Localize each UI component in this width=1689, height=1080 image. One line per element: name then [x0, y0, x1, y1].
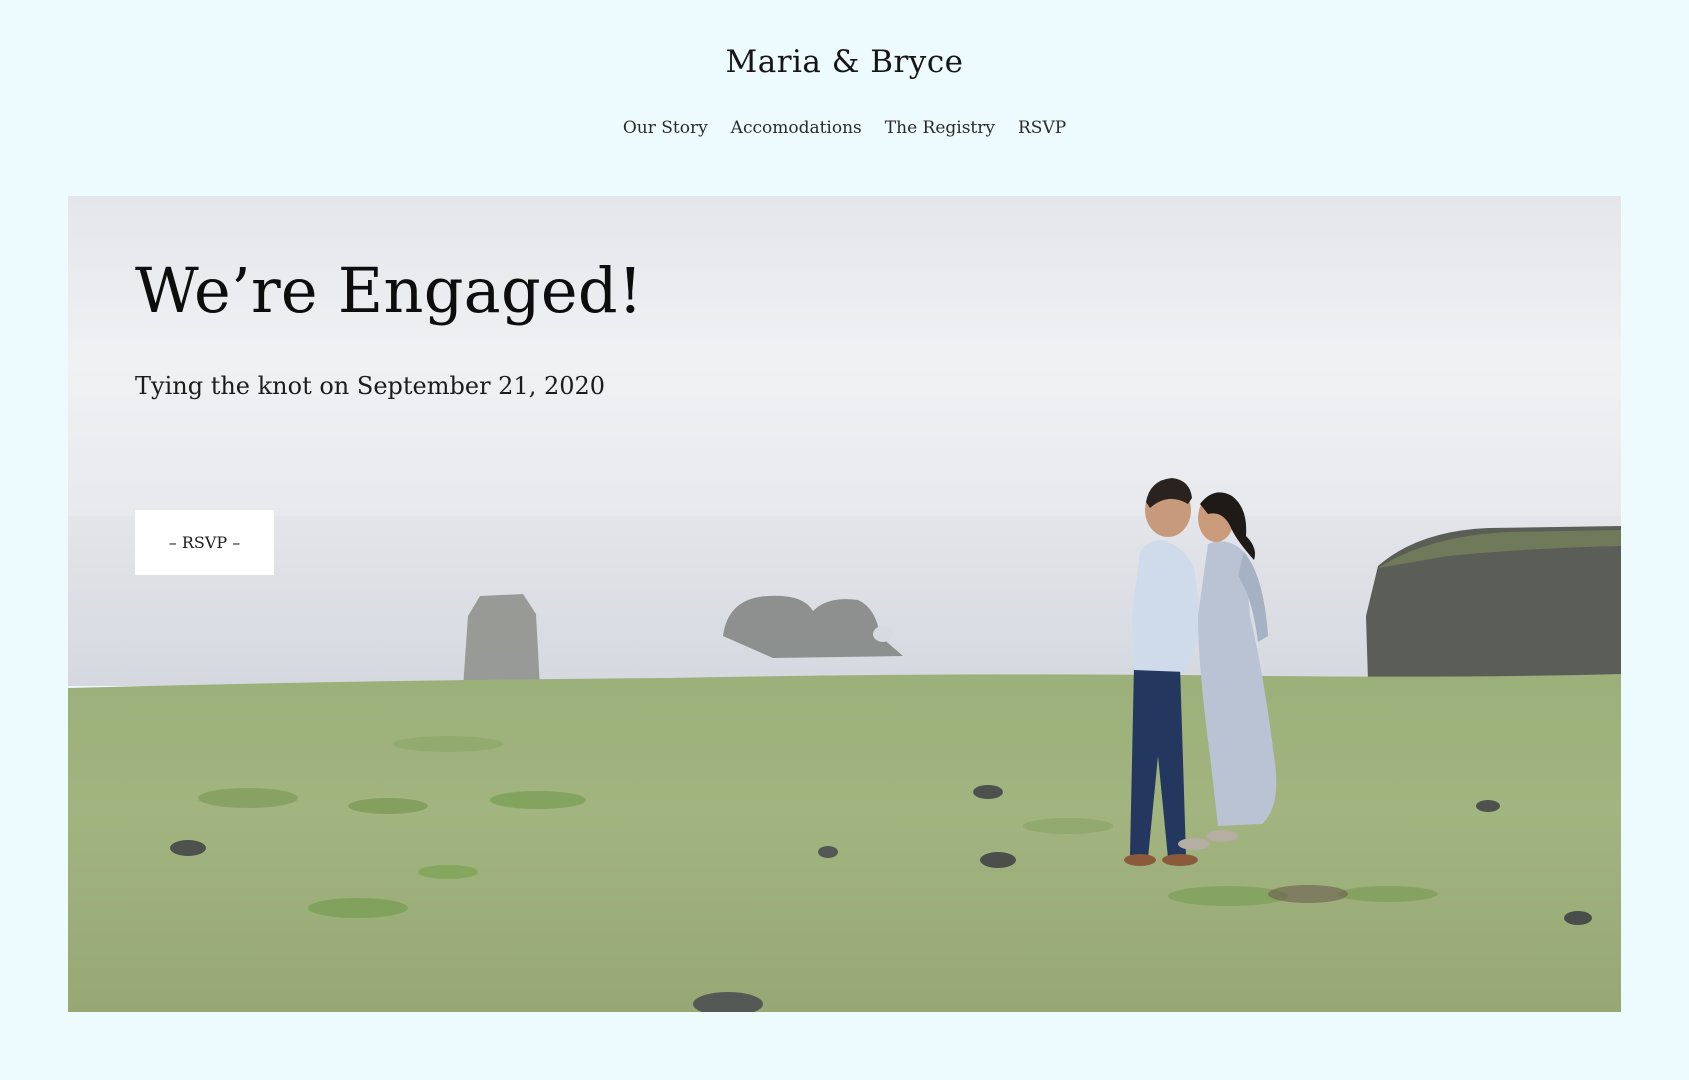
site-title[interactable]: Maria & Bryce — [0, 44, 1689, 80]
nav-item-rsvp[interactable]: RSVP — [1018, 118, 1066, 138]
nav-item-our-story[interactable]: Our Story — [623, 118, 708, 138]
hero-subline: Tying the knot on September 21, 2020 — [135, 372, 606, 400]
hero-banner: We’re Engaged! Tying the knot on Septemb… — [68, 196, 1621, 1012]
hero-headline: We’re Engaged! — [135, 254, 644, 327]
main-nav: Our Story Accomodations The Registry RSV… — [0, 118, 1689, 138]
rsvp-button[interactable]: – RSVP – — [135, 510, 274, 575]
nav-item-the-registry[interactable]: The Registry — [885, 118, 995, 138]
nav-item-accomodations[interactable]: Accomodations — [731, 118, 862, 138]
